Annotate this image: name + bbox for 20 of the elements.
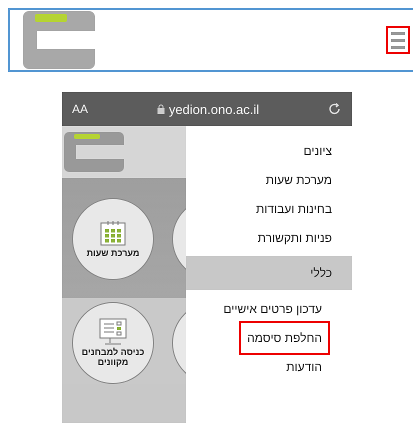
menu-item[interactable]: פניות ותקשורת <box>186 223 352 252</box>
text-size-button[interactable]: AA <box>72 102 88 116</box>
menu-item[interactable]: עדכון פרטים אישיים <box>186 294 352 323</box>
app-tile[interactable]: מערכת שעות <box>72 198 154 280</box>
menu-item[interactable]: ציונים <box>186 136 352 165</box>
menu-item[interactable]: בחינות ועבודות <box>186 194 352 223</box>
monitor-checklist-icon <box>98 318 128 346</box>
menu-item[interactable]: הודעות <box>186 352 352 381</box>
tile-label: כניסה למבחנים מקוונים <box>80 348 146 368</box>
logo <box>64 132 124 172</box>
url-text: yedion.ono.ac.il <box>168 102 260 116</box>
reload-icon[interactable] <box>328 102 342 116</box>
logo <box>23 11 95 69</box>
menu-button[interactable] <box>386 26 410 54</box>
menu-item[interactable]: כללי <box>186 256 352 290</box>
app-tile[interactable]: כניסה למבחנים מקוונים <box>72 302 154 384</box>
tile-label: מערכת שעות <box>86 249 140 259</box>
menu-item[interactable]: מערכת שעות <box>186 165 352 194</box>
calendar-icon <box>99 219 127 248</box>
lock-icon <box>156 104 165 114</box>
